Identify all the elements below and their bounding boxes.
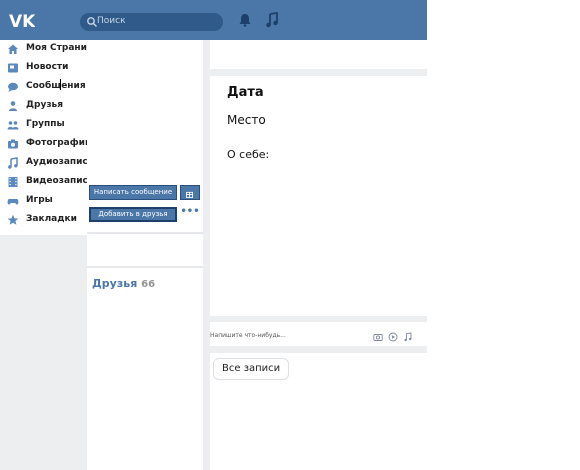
friends-icon [9, 101, 17, 111]
sidebar-item-label: Новости [26, 62, 69, 72]
sidebar-item-label: Игры [26, 195, 53, 205]
section-divider [210, 316, 427, 322]
sidebar-item-games[interactable]: Игры [0, 192, 87, 210]
vk-logo-icon[interactable]: VK [9, 11, 35, 30]
video-icon [8, 177, 18, 187]
section-divider [210, 69, 427, 76]
search-input[interactable]: Поиск [80, 13, 223, 31]
video-play-icon[interactable] [388, 332, 398, 342]
friends-count: 66 [141, 279, 156, 290]
news-icon [8, 63, 18, 73]
add-friend-button[interactable]: Добавить в друзья [89, 207, 177, 222]
sidebar-item-my-page[interactable]: Моя Страница [0, 40, 100, 58]
more-actions-button[interactable]: ••• [180, 207, 200, 222]
column-divider [203, 40, 210, 470]
friends-block-header[interactable]: Друзья 66 [92, 277, 155, 290]
sidebar-item-news[interactable]: Новости [0, 59, 87, 77]
divider [87, 232, 203, 234]
sidebar-item-audio[interactable]: Аудиозаписи [0, 154, 94, 172]
gamepad-icon [7, 199, 19, 205]
text-cursor [60, 79, 61, 90]
sidebar-item-video[interactable]: Видеозаписи [0, 173, 94, 191]
sidebar-item-label: Группы [26, 119, 65, 129]
gift-button[interactable] [180, 185, 200, 200]
vk-page: VK Поиск Моя Страница Новости Сообщения … [0, 0, 580, 470]
sidebar-item-photos[interactable]: Фотографии [0, 135, 91, 153]
sidebar-item-bookmarks[interactable]: Закладки [0, 211, 87, 229]
star-icon [7, 214, 19, 225]
all-posts-tab[interactable]: Все записи [213, 358, 290, 380]
sidebar-menu: Моя Страница Новости Сообщения Друзья Гр… [0, 40, 100, 235]
divider [87, 266, 203, 268]
sidebar-item-label: Сообщения [26, 81, 86, 91]
sidebar-item-label: Аудиозаписи [26, 157, 95, 167]
groups-icon [7, 121, 19, 130]
info-about-label: О себе: [227, 148, 270, 161]
camera-icon [8, 139, 18, 149]
section-divider [210, 346, 427, 353]
sidebar-item-groups[interactable]: Группы [0, 116, 87, 134]
svg-text:VK: VK [9, 12, 35, 30]
sidebar-item-friends[interactable]: Друзья [0, 97, 87, 115]
search-placeholder: Поиск [97, 16, 126, 26]
profile-left-column: Написать сообщение Добавить в друзья •••… [87, 40, 204, 470]
main-column: Дата Место О себе: Напишите что-нибудь..… [210, 40, 427, 470]
home-icon [8, 44, 18, 54]
top-bar: VK Поиск [0, 0, 427, 40]
bell-icon[interactable] [238, 13, 252, 27]
send-message-button[interactable]: Написать сообщение [89, 185, 177, 200]
music-note-icon[interactable] [403, 332, 413, 342]
info-place-label: Место [227, 113, 266, 127]
music-icon [8, 157, 18, 169]
sidebar-item-label: Видеозаписи [26, 176, 95, 186]
sidebar-item-label: Друзья [26, 100, 64, 110]
sidebar-item-label: Закладки [26, 214, 77, 224]
info-date-label: Дата [227, 85, 264, 100]
gift-icon [186, 191, 194, 198]
sidebar-item-label: Фотографии [26, 138, 92, 148]
friends-label: Друзья [92, 277, 138, 290]
sidebar: Моя Страница Новости Сообщения Друзья Гр… [0, 40, 100, 470]
camera-icon[interactable] [373, 332, 383, 342]
sidebar-item-messages[interactable]: Сообщения [0, 78, 87, 96]
post-input[interactable]: Напишите что-нибудь... [210, 332, 286, 339]
messages-icon [8, 82, 18, 92]
music-note-icon[interactable] [265, 12, 279, 28]
